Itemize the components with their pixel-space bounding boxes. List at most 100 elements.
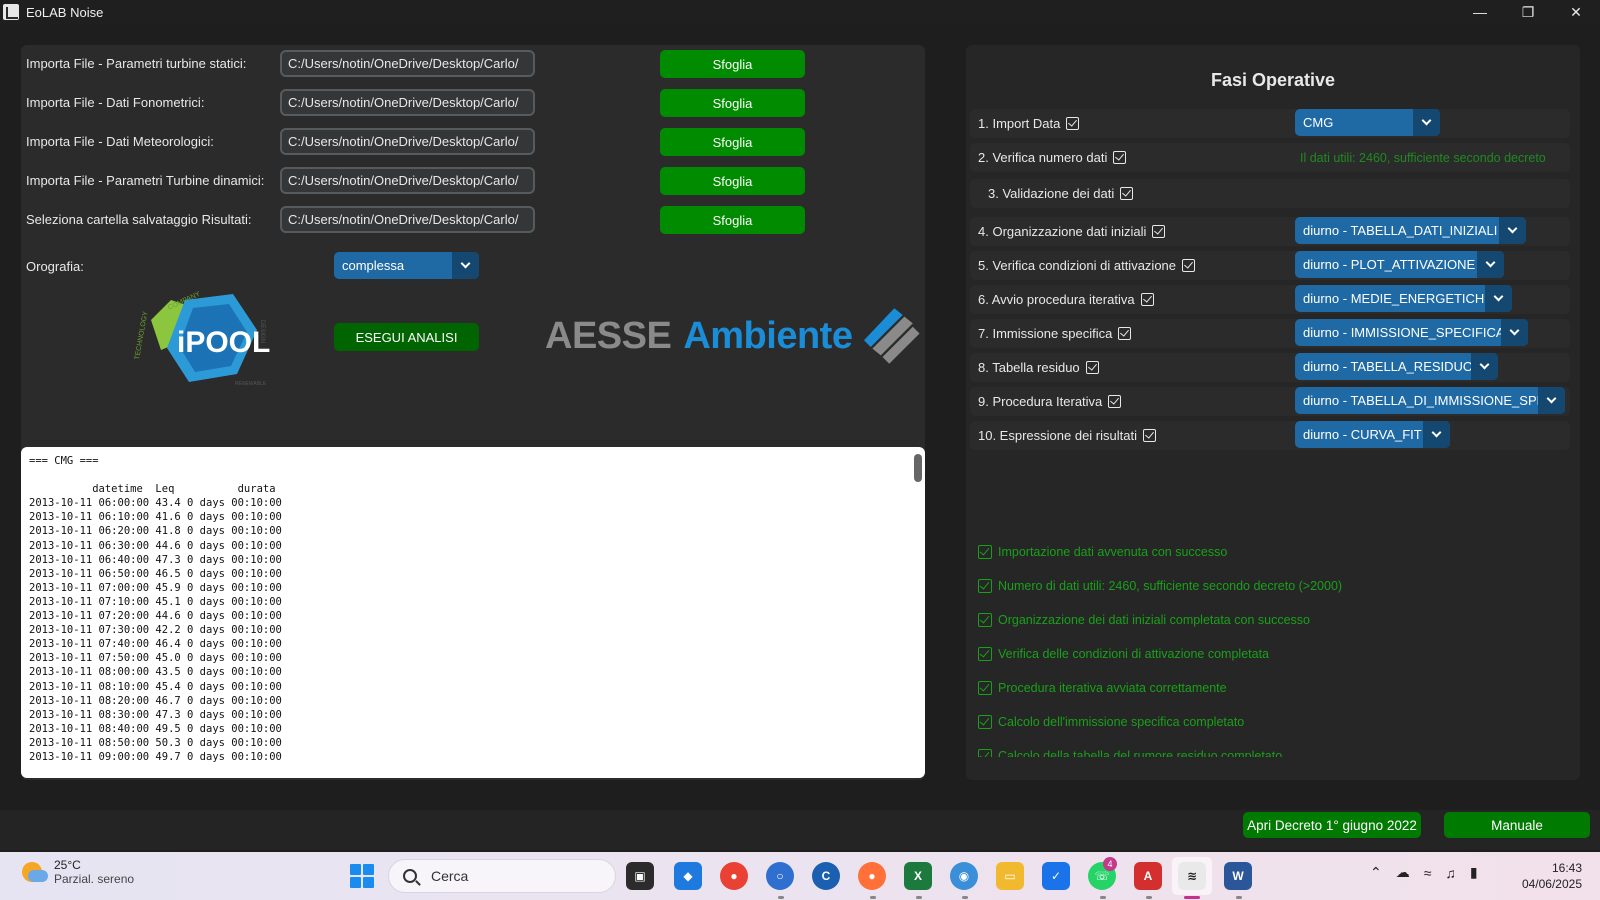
step-checkbox[interactable] — [1152, 225, 1166, 238]
path-input[interactable]: C:/Users/notin/OneDrive/Desktop/Carlo/ — [280, 50, 535, 77]
log-item: Organizzazione dei dati iniziali complet… — [978, 613, 1568, 647]
status-log: Importazione dati avvenuta con successo … — [978, 545, 1568, 757]
browse-button[interactable]: Sfoglia — [660, 167, 805, 195]
step-select-attivazione[interactable]: diurno - PLOT_ATTIVAZIONE — [1295, 251, 1504, 278]
manual-button[interactable]: Manuale — [1444, 812, 1590, 838]
restore-button[interactable]: ❐ — [1504, 0, 1552, 24]
import-label: Seleziona cartella salvataggio Risultati… — [26, 212, 252, 227]
svg-text:DESIGN: DESIGN — [259, 320, 265, 343]
step-label: 8. Tabella residuo — [978, 360, 1080, 375]
chevron-down-icon[interactable] — [1471, 353, 1498, 380]
ipool-logo: iPOOL COMPANY TECHNOLOGY RENEWABLE DESIG… — [133, 290, 273, 388]
word-icon[interactable]: W — [1224, 862, 1252, 890]
path-input[interactable]: C:/Users/notin/OneDrive/Desktop/Carlo/ — [280, 89, 535, 116]
browse-button[interactable]: Sfoglia — [660, 128, 805, 156]
step-label: 4. Organizzazione dati iniziali — [978, 224, 1147, 239]
minimize-button[interactable]: — — [1456, 0, 1504, 24]
chevron-down-icon[interactable] — [1538, 387, 1565, 414]
search-placeholder: Cerca — [431, 868, 469, 884]
import-row-results-folder: Seleziona cartella salvataggio Risultati… — [26, 206, 806, 234]
browse-button[interactable]: Sfoglia — [660, 206, 805, 234]
step-checkbox[interactable] — [1140, 293, 1154, 306]
log-item: Calcolo della tabella del rumore residuo… — [978, 749, 1568, 757]
step-checkbox[interactable] — [1142, 429, 1156, 442]
step-checkbox[interactable] — [1108, 395, 1122, 408]
console-scrollbar[interactable] — [914, 454, 922, 482]
clock-date: 04/06/2025 — [1521, 877, 1582, 891]
step-label: 2. Verifica numero dati — [978, 150, 1108, 165]
chevron-down-icon[interactable] — [1501, 319, 1528, 346]
check-icon — [978, 681, 992, 695]
firefox-icon[interactable]: ● — [858, 862, 886, 890]
browse-button[interactable]: Sfoglia — [660, 50, 805, 78]
window-title: EoLAB Noise — [26, 4, 104, 20]
acrobat-icon[interactable]: A — [1134, 862, 1162, 890]
import-label: Importa File - Dati Fonometrici: — [26, 95, 205, 110]
open-decree-button[interactable]: Apri Decreto 1° giugno 2022 — [1243, 812, 1421, 838]
import-label: Importa File - Parametri turbine statici… — [26, 56, 247, 71]
step-checkbox[interactable] — [1120, 187, 1134, 200]
step-row-risultati: 10. Espressione dei risultati — [970, 421, 1570, 450]
log-item: Procedura iterativa avviata correttament… — [978, 681, 1568, 715]
weather-widget[interactable]: 25°C Parzial. sereno — [20, 858, 134, 886]
step-label: 1. Import Data — [978, 116, 1061, 131]
step-label: 10. Espressione dei risultati — [978, 428, 1137, 443]
network-app-icon[interactable]: ◉ — [950, 862, 978, 890]
run-analysis-button[interactable]: ESEGUI ANALISI — [334, 323, 479, 351]
step-checkbox[interactable] — [1066, 117, 1080, 130]
output-console[interactable]: === CMG === datetime Leq durata 2013-10-… — [21, 447, 925, 778]
path-input[interactable]: C:/Users/notin/OneDrive/Desktop/Carlo/ — [280, 167, 535, 194]
chevron-down-icon[interactable] — [1423, 421, 1450, 448]
step-label: 6. Avvio procedura iterativa — [978, 292, 1135, 307]
file-explorer-icon[interactable]: ▭ — [996, 862, 1024, 890]
step-select-procedura-avvio[interactable]: diurno - MEDIE_ENERGETICHE — [1295, 285, 1512, 312]
taskbar-search[interactable]: Cerca — [388, 859, 616, 893]
weather-temperature: 25°C — [54, 858, 81, 872]
chevron-down-icon[interactable] — [1413, 109, 1440, 136]
aesse-logo-text: AESSE — [545, 314, 672, 357]
path-input[interactable]: C:/Users/notin/OneDrive/Desktop/Carlo/ — [280, 128, 535, 155]
title-bar: EoLAB Noise — ❐ ✕ — [0, 0, 1600, 24]
step-checkbox[interactable] — [1113, 151, 1127, 164]
step-select-value: diurno - TABELLA_DATI_INIZIALI — [1303, 223, 1498, 238]
volume-icon[interactable]: ♫ — [1445, 865, 1456, 881]
orografia-select[interactable]: complessa — [334, 252, 479, 279]
close-button[interactable]: ✕ — [1552, 0, 1600, 24]
step-info-text: Il dati utili: 2460, sufficiente secondo… — [1300, 151, 1546, 165]
step-select-organizzazione[interactable]: diurno - TABELLA_DATI_INIZIALI — [1295, 217, 1526, 244]
onedrive-icon[interactable]: ☁ — [1396, 864, 1410, 881]
chevron-up-icon[interactable]: ⌃ — [1370, 864, 1382, 881]
battery-icon[interactable]: ▮ — [1470, 864, 1478, 881]
clock[interactable]: 16:43 04/06/2025 — [1522, 860, 1582, 892]
dropbox-icon[interactable]: ◆ — [674, 862, 702, 890]
step-select-import-data[interactable]: CMG — [1295, 109, 1440, 136]
step-checkbox[interactable] — [1118, 327, 1132, 340]
log-item: Importazione dati avvenuta con successo — [978, 545, 1568, 579]
excel-icon[interactable]: X — [904, 862, 932, 890]
step-label: 7. Immissione specifica — [978, 326, 1113, 341]
step-checkbox[interactable] — [1182, 259, 1196, 272]
refresh-app-icon[interactable]: C — [812, 862, 840, 890]
step-row-import-data: 1. Import Data — [970, 109, 1570, 138]
step-select-value: diurno - TABELLA_DI_IMMISSIONE_SPE — [1303, 393, 1538, 408]
browser-icon[interactable]: ○ — [766, 862, 794, 890]
step-select-value: diurno - CURVA_FIT — [1303, 427, 1422, 442]
chevron-down-icon[interactable] — [452, 252, 479, 279]
chevron-down-icon[interactable] — [1477, 251, 1504, 278]
taskview-icon[interactable]: ▣ — [626, 862, 654, 890]
wifi-icon[interactable]: ≈ — [1424, 865, 1432, 881]
path-input[interactable]: C:/Users/notin/OneDrive/Desktop/Carlo/ — [280, 206, 535, 233]
step-select-risultati[interactable]: diurno - CURVA_FIT — [1295, 421, 1450, 448]
start-button[interactable] — [350, 864, 374, 888]
step-select-immissione[interactable]: diurno - IMMISSIONE_SPECIFICA — [1295, 319, 1528, 346]
step-select-iterativa[interactable]: diurno - TABELLA_DI_IMMISSIONE_SPE — [1295, 387, 1565, 414]
todo-icon[interactable]: ✓ — [1042, 862, 1070, 890]
step-checkbox[interactable] — [1085, 361, 1099, 374]
step-select-residuo[interactable]: diurno - TABELLA_RESIDUO — [1295, 353, 1498, 380]
chevron-down-icon[interactable] — [1485, 285, 1512, 312]
step-row-verifica-numero: 2. Verifica numero dati Il dati utili: 2… — [970, 143, 1570, 172]
eolab-app-icon[interactable]: ≋ — [1178, 862, 1206, 890]
chrome-icon[interactable]: ● — [720, 862, 748, 890]
browse-button[interactable]: Sfoglia — [660, 89, 805, 117]
chevron-down-icon[interactable] — [1499, 217, 1526, 244]
